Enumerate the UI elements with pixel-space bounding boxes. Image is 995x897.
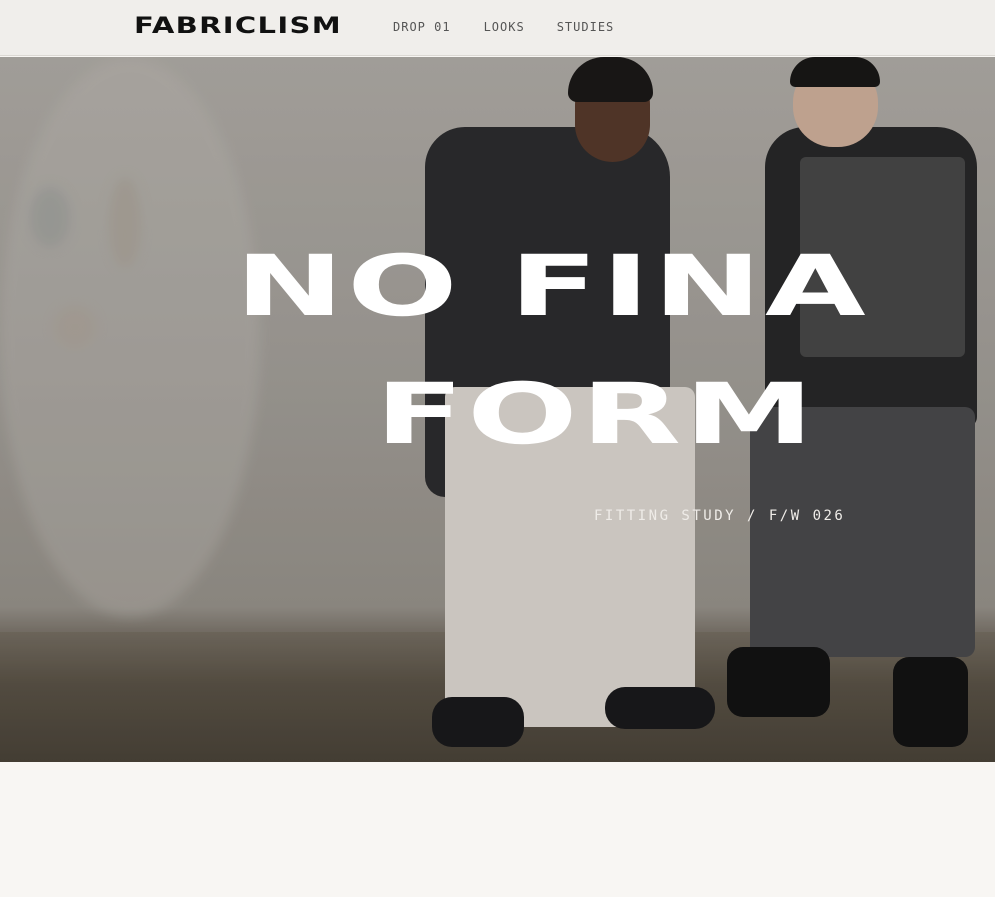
hero-headline-line-1: NO FINA [235,237,869,335]
nav-item-studies[interactable]: STUDIES [557,20,615,34]
page-content-area [0,762,995,897]
nav-item-drop-01[interactable]: DROP 01 [393,20,451,34]
hero-headline-line-2: FORM [375,365,817,463]
brand-logo[interactable]: FABRICLISM [134,14,342,39]
nav-item-looks[interactable]: LOOKS [484,20,525,34]
hero-banner: NO FINA FORM FITTING STUDY / F/W 026 [0,57,995,762]
main-nav: DROP 01 LOOKS STUDIES [393,20,614,34]
hero-subtitle: FITTING STUDY / F/W 026 [594,508,846,524]
top-navigation-bar: FABRICLISM DROP 01 LOOKS STUDIES [0,0,995,56]
